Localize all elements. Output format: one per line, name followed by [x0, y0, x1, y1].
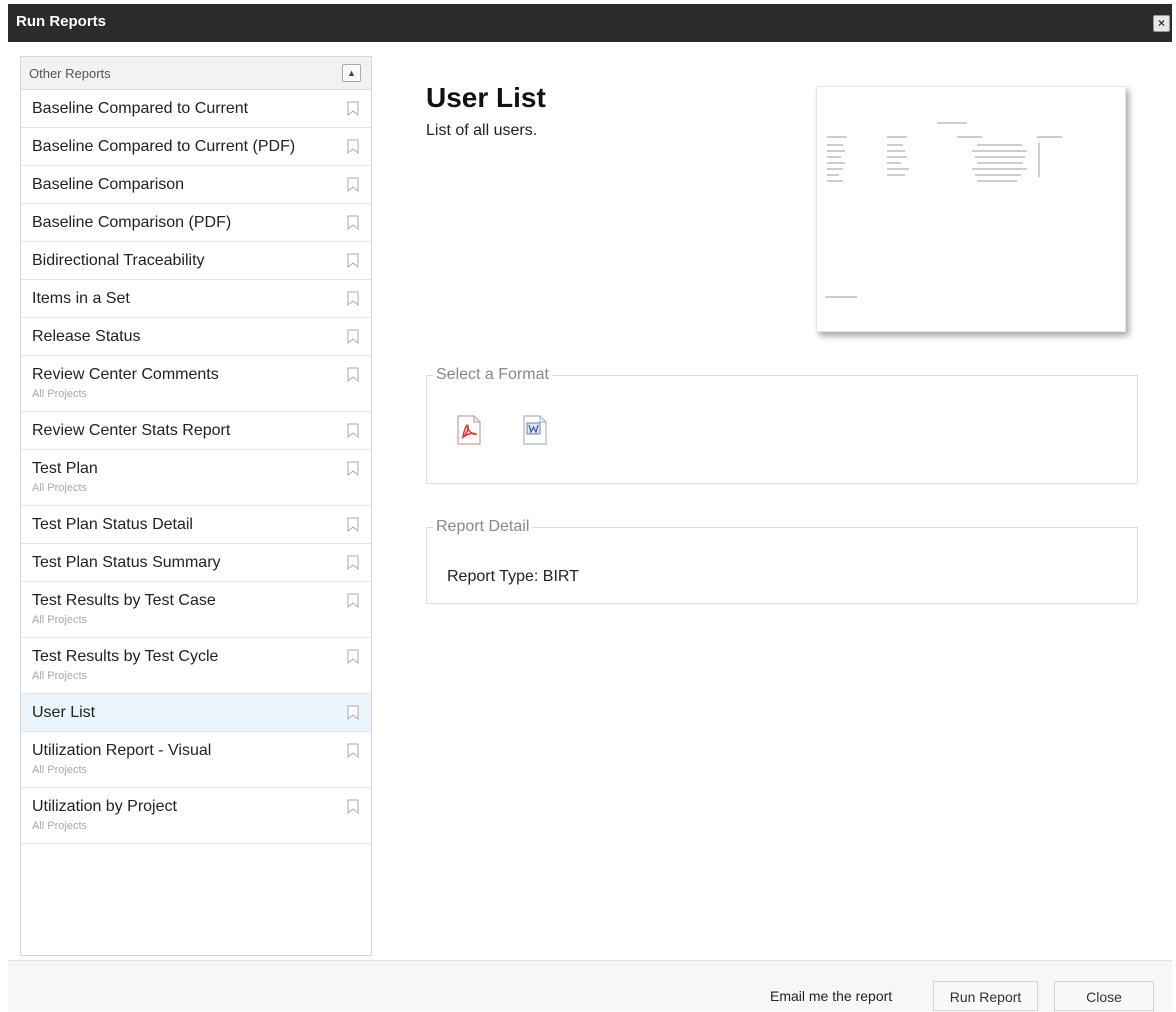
report-scope: All Projects — [32, 482, 88, 494]
report-scope: All Projects — [32, 820, 88, 832]
report-name: Test Plan Status Summary — [32, 554, 221, 571]
report-sidebar: Other Reports ▲ Baseline Compared to Cur… — [20, 56, 372, 956]
report-list-item[interactable]: Baseline Comparison — [21, 166, 371, 204]
window-titlebar: Run Reports × — [8, 4, 1172, 42]
report-detail-legend: Report Detail — [436, 518, 530, 535]
report-name: User List — [32, 704, 96, 721]
report-name: Bidirectional Traceability — [32, 252, 205, 269]
report-list-item[interactable]: Release Status — [21, 318, 371, 356]
report-preview-thumbnail — [816, 86, 1126, 332]
bookmark-icon[interactable] — [347, 461, 359, 477]
pdf-format-icon[interactable] — [455, 414, 483, 446]
report-name: Review Center Comments — [32, 366, 219, 383]
bookmark-icon[interactable] — [347, 743, 359, 759]
run-report-button[interactable]: Run Report — [933, 981, 1038, 1011]
bookmark-icon[interactable] — [347, 593, 359, 609]
window-title: Run Reports — [16, 13, 106, 30]
report-list-item[interactable]: Review Center Comments All Projects — [21, 356, 371, 412]
report-list-item[interactable]: Test Plan Status Detail — [21, 506, 371, 544]
report-name: Test Results by Test Cycle — [32, 648, 219, 665]
report-list-item[interactable]: Baseline Compared to Current (PDF) — [21, 128, 371, 166]
bookmark-icon[interactable] — [347, 329, 359, 345]
select-format-legend: Select a Format — [436, 366, 549, 383]
report-list-item[interactable]: Test Results by Test Case All Projects — [21, 582, 371, 638]
bookmark-icon[interactable] — [347, 177, 359, 193]
bookmark-icon[interactable] — [347, 649, 359, 665]
close-button[interactable]: Close — [1054, 981, 1154, 1011]
report-name: Utilization by Project — [32, 798, 177, 815]
report-list-item[interactable]: User List — [21, 694, 371, 732]
report-name: Review Center Stats Report — [32, 422, 231, 439]
bookmark-icon[interactable] — [347, 799, 359, 815]
report-name: Test Plan Status Detail — [32, 516, 193, 533]
bookmark-icon[interactable] — [347, 215, 359, 231]
bookmark-icon[interactable] — [347, 423, 359, 439]
bookmark-icon[interactable] — [347, 705, 359, 721]
report-scope: All Projects — [32, 764, 88, 776]
bookmark-icon[interactable] — [347, 291, 359, 307]
report-scope: All Projects — [32, 670, 88, 682]
select-format-group: Select a Format — [426, 366, 1138, 484]
sidebar-header: Other Reports ▲ — [21, 57, 371, 90]
bookmark-icon[interactable] — [347, 517, 359, 533]
report-list-item[interactable]: Review Center Stats Report — [21, 412, 371, 450]
bookmark-icon[interactable] — [347, 555, 359, 571]
report-title: User List — [426, 82, 546, 113]
report-detail-panel: User List List of all users. Select a Fo… — [390, 48, 1172, 960]
report-name: Test Results by Test Case — [32, 592, 216, 609]
email-report-option[interactable]: Email me the report — [770, 988, 892, 1004]
bookmark-icon[interactable] — [347, 139, 359, 155]
bookmark-icon[interactable] — [347, 253, 359, 269]
collapse-up-icon[interactable]: ▲ — [342, 64, 361, 82]
report-detail-group: Report Detail Report Type: BIRT — [426, 518, 1138, 604]
word-format-icon[interactable] — [521, 414, 549, 446]
dialog-footer: Email me the report Run Report Close — [8, 960, 1172, 1011]
report-name: Release Status — [32, 328, 141, 345]
report-name: Items in a Set — [32, 290, 130, 307]
report-list-item[interactable]: Utilization by Project All Projects — [21, 788, 371, 844]
report-list: Baseline Compared to Current Baseline Com… — [21, 90, 371, 844]
report-name: Baseline Comparison (PDF) — [32, 214, 232, 231]
report-type-value: BIRT — [542, 568, 579, 585]
sidebar-header-label: Other Reports — [29, 66, 111, 81]
report-list-item[interactable]: Test Plan Status Summary — [21, 544, 371, 582]
report-list-item[interactable]: Items in a Set — [21, 280, 371, 318]
report-list-item[interactable]: Test Plan All Projects — [21, 450, 371, 506]
bookmark-icon[interactable] — [347, 367, 359, 383]
report-scope: All Projects — [32, 388, 88, 400]
report-scope: All Projects — [32, 614, 88, 626]
report-name: Baseline Compared to Current — [32, 100, 249, 117]
report-name: Baseline Comparison — [32, 176, 185, 193]
report-list-item[interactable]: Bidirectional Traceability — [21, 242, 371, 280]
report-name: Baseline Compared to Current (PDF) — [32, 138, 296, 155]
report-name: Utilization Report - Visual — [32, 742, 212, 759]
report-list-item[interactable]: Baseline Compared to Current — [21, 90, 371, 128]
report-list-item[interactable]: Baseline Comparison (PDF) — [21, 204, 371, 242]
report-name: Test Plan — [32, 460, 98, 477]
bookmark-icon[interactable] — [347, 101, 359, 117]
report-list-item[interactable]: Utilization Report - Visual All Projects — [21, 732, 371, 788]
report-description: List of all users. — [426, 122, 538, 139]
report-type-label: Report Type: — [447, 568, 539, 585]
report-type-line: Report Type: BIRT — [447, 568, 579, 586]
close-icon[interactable]: × — [1153, 15, 1170, 32]
report-list-item[interactable]: Test Results by Test Cycle All Projects — [21, 638, 371, 694]
